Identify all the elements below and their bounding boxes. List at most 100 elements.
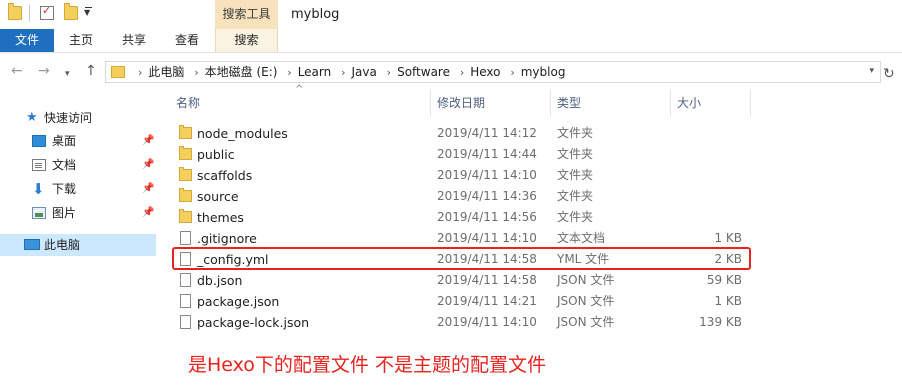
nav-item-documents[interactable]: 文档 📌 xyxy=(0,154,156,176)
properties-icon[interactable] xyxy=(40,4,54,20)
column-header-type[interactable]: 类型 xyxy=(557,89,581,117)
file-modified: 2019/4/11 14:21 xyxy=(437,294,537,308)
refresh-icon[interactable]: ↻ xyxy=(883,66,895,82)
annotation-text: 是Hexo下的配置文件 不是主题的配置文件 xyxy=(188,354,546,376)
file-row[interactable]: source 2019/4/11 14:36 文件夹 xyxy=(172,186,752,207)
recent-locations-chevron-icon[interactable]: ▾ xyxy=(65,66,70,82)
nav-item-pictures[interactable]: 图片 📌 xyxy=(0,202,156,224)
chevron-right-icon[interactable]: › xyxy=(194,63,198,83)
navigation-pane: ★ 快速访问 桌面 📌 文档 📌 ⬇ 下载 📌 图片 📌 此电脑 xyxy=(0,89,156,391)
breadcrumb: › 此电脑 › 本地磁盘 (E:) › Learn › Java › Software ›… xyxy=(132,62,565,82)
quick-access-dropdown-icon[interactable]: ▼ xyxy=(84,8,90,17)
context-tab-search-tools: 搜索工具 xyxy=(215,0,278,29)
tab-file[interactable]: 文件 xyxy=(0,29,54,52)
forward-arrow-icon[interactable]: → xyxy=(38,63,50,79)
file-name: package-lock.json xyxy=(197,315,310,330)
file-name: source xyxy=(197,189,239,204)
file-type: 文件夹 xyxy=(557,126,594,140)
tab-view[interactable]: 查看 xyxy=(164,29,210,52)
chevron-right-icon[interactable]: › xyxy=(510,63,514,83)
breadcrumb-learn[interactable]: Learn xyxy=(298,62,332,82)
file-icon xyxy=(180,273,191,287)
breadcrumb-hexo[interactable]: Hexo xyxy=(470,62,500,82)
tab-share[interactable]: 共享 xyxy=(111,29,157,52)
column-header-name[interactable]: 名称 xyxy=(176,89,200,117)
chevron-right-icon[interactable]: › xyxy=(138,63,142,83)
file-icon xyxy=(180,294,191,308)
nav-item-label: 快速访问 xyxy=(44,111,93,125)
nav-item-downloads[interactable]: ⬇ 下载 📌 xyxy=(0,178,156,200)
breadcrumb-this-pc[interactable]: 此电脑 xyxy=(148,62,184,82)
file-row[interactable]: public 2019/4/11 14:44 文件夹 xyxy=(172,144,752,165)
column-divider[interactable] xyxy=(550,89,551,117)
window-title: myblog xyxy=(291,7,340,22)
breadcrumb-drive-e[interactable]: 本地磁盘 (E:) xyxy=(205,62,278,82)
folder-icon xyxy=(179,167,192,181)
file-icon xyxy=(180,315,191,329)
chevron-right-icon[interactable]: › xyxy=(287,63,291,83)
computer-icon xyxy=(24,239,40,250)
address-dropdown-icon[interactable]: ▾ xyxy=(869,66,874,76)
nav-item-label: 此电脑 xyxy=(44,238,81,252)
highlight-box xyxy=(172,247,751,270)
breadcrumb-java[interactable]: Java xyxy=(351,62,376,82)
file-type: JSON 文件 xyxy=(557,273,615,287)
back-arrow-icon[interactable]: ← xyxy=(11,63,23,79)
file-row[interactable]: .gitignore 2019/4/11 14:10 文本文档 1 KB xyxy=(172,228,752,249)
up-arrow-icon[interactable]: ↑ xyxy=(85,63,97,79)
file-modified: 2019/4/11 14:12 xyxy=(437,126,537,140)
nav-item-this-pc[interactable]: 此电脑 xyxy=(0,234,156,256)
column-divider[interactable] xyxy=(670,89,671,117)
file-row[interactable]: themes 2019/4/11 14:56 文件夹 xyxy=(172,207,752,228)
toolbar-divider xyxy=(29,5,30,22)
file-row[interactable]: scaffolds 2019/4/11 14:10 文件夹 xyxy=(172,165,752,186)
pin-icon[interactable]: 📌 xyxy=(142,130,154,152)
document-icon xyxy=(32,159,46,171)
folder-icon xyxy=(179,188,192,202)
folder-icon[interactable] xyxy=(8,3,22,20)
file-type: JSON 文件 xyxy=(557,294,615,308)
file-name: node_modules xyxy=(197,126,288,141)
column-header-size[interactable]: 大小 xyxy=(677,89,701,117)
column-divider[interactable] xyxy=(430,89,431,117)
navigation-bar: ← → ▾ ↑ › 此电脑 › 本地磁盘 (E:) › Learn › Java › So… xyxy=(0,53,902,89)
column-header-modified[interactable]: 修改日期 xyxy=(437,89,485,117)
file-modified: 2019/4/11 14:36 xyxy=(437,189,537,203)
pin-icon[interactable]: 📌 xyxy=(142,178,154,200)
tab-search[interactable]: 搜索 xyxy=(215,29,278,52)
pin-icon[interactable]: 📌 xyxy=(142,154,154,176)
nav-item-label: 图片 xyxy=(52,206,77,220)
column-divider[interactable] xyxy=(750,89,751,117)
nav-item-desktop[interactable]: 桌面 📌 xyxy=(0,130,156,152)
file-type: 文件夹 xyxy=(557,189,594,203)
file-modified: 2019/4/11 14:10 xyxy=(437,231,537,245)
breadcrumb-software[interactable]: Software xyxy=(397,62,450,82)
nav-quick-access[interactable]: ★ 快速访问 xyxy=(0,107,156,129)
picture-icon xyxy=(32,207,46,219)
file-row[interactable]: package-lock.json 2019/4/11 14:10 JSON 文… xyxy=(172,312,752,333)
folder-icon xyxy=(179,125,192,139)
file-name: db.json xyxy=(197,273,243,288)
sort-ascending-icon: ^ xyxy=(295,84,304,95)
file-size: 1 KB xyxy=(714,231,742,245)
file-size: 1 KB xyxy=(714,294,742,308)
tab-home[interactable]: 主页 xyxy=(58,29,104,52)
file-name: .gitignore xyxy=(197,231,257,246)
ribbon-tabs: 文件 主页 共享 查看 搜索 xyxy=(0,29,902,53)
new-folder-icon[interactable] xyxy=(64,3,78,20)
file-type: 文件夹 xyxy=(557,147,594,161)
file-row[interactable]: node_modules 2019/4/11 14:12 文件夹 xyxy=(172,123,752,144)
breadcrumb-myblog[interactable]: myblog xyxy=(521,62,566,82)
file-name: themes xyxy=(197,210,244,225)
chevron-right-icon[interactable]: › xyxy=(387,63,391,83)
folder-icon xyxy=(111,66,125,78)
file-row[interactable]: db.json 2019/4/11 14:58 JSON 文件 59 KB xyxy=(172,270,752,291)
nav-item-label: 下载 xyxy=(52,182,77,196)
folder-icon xyxy=(179,209,192,223)
pin-icon[interactable]: 📌 xyxy=(142,202,154,224)
folder-icon xyxy=(179,146,192,160)
address-bar[interactable]: › 此电脑 › 本地磁盘 (E:) › Learn › Java › Software ›… xyxy=(105,61,881,83)
chevron-right-icon[interactable]: › xyxy=(341,63,345,83)
chevron-right-icon[interactable]: › xyxy=(460,63,464,83)
file-row[interactable]: package.json 2019/4/11 14:21 JSON 文件 1 K… xyxy=(172,291,752,312)
